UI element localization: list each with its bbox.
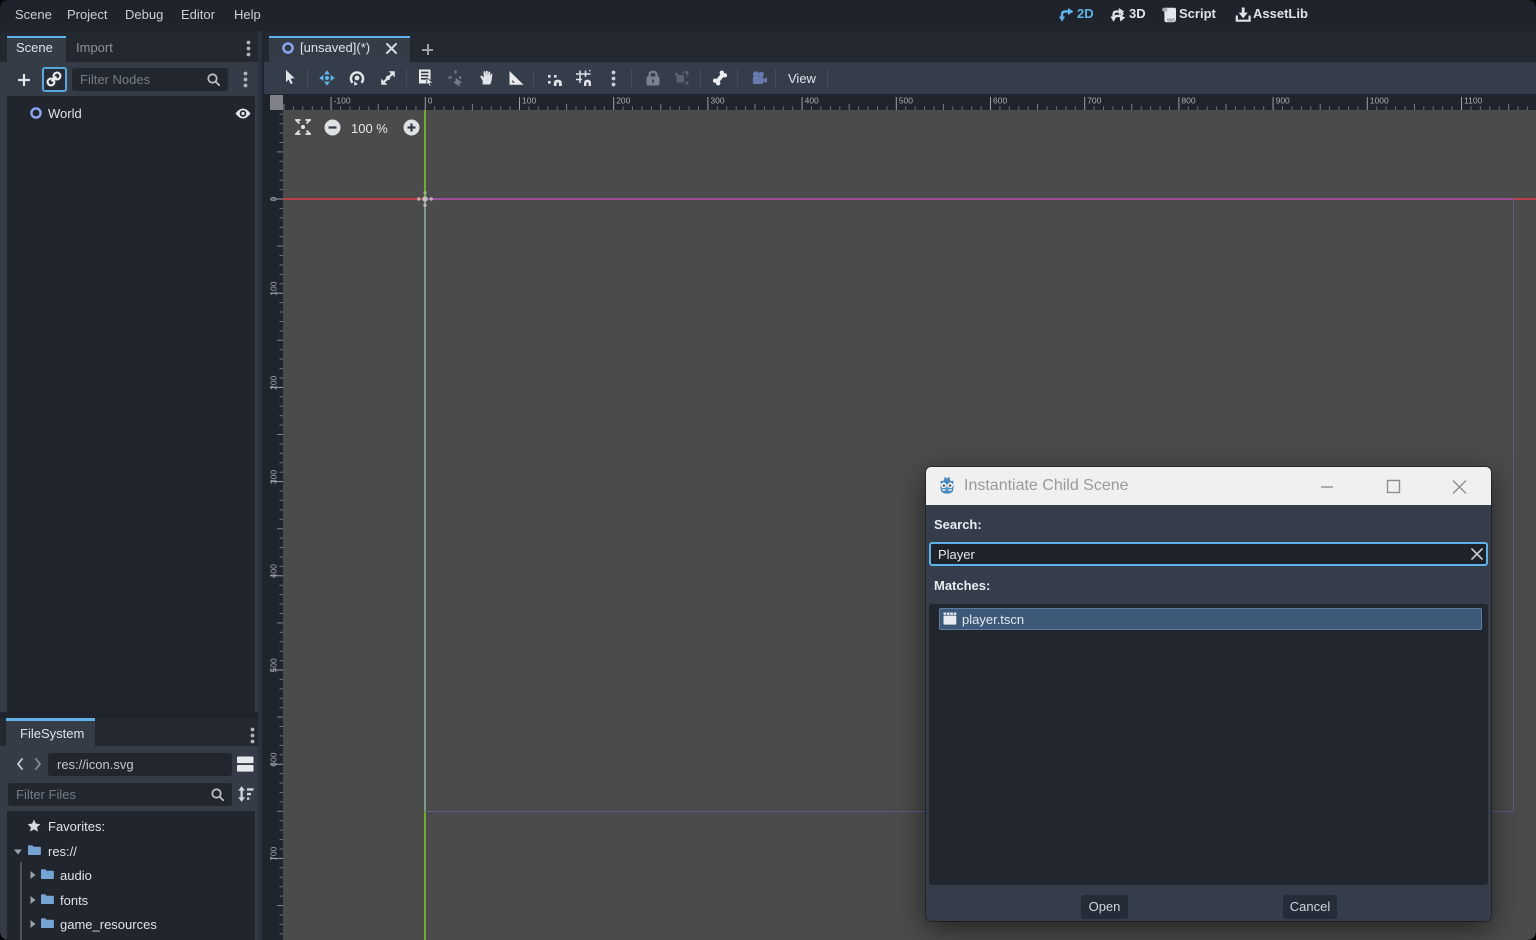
svg-text:100: 100 (522, 96, 536, 106)
svg-text:100: 100 (269, 281, 279, 295)
svg-text:300: 300 (710, 96, 724, 106)
svg-text:-100: -100 (334, 96, 351, 106)
svg-text:800: 800 (1181, 96, 1195, 106)
svg-text:600: 600 (269, 752, 279, 766)
svg-text:900: 900 (1276, 96, 1290, 106)
svg-text:500: 500 (899, 96, 913, 106)
svg-text:1000: 1000 (1370, 96, 1389, 106)
svg-text:700: 700 (269, 846, 279, 860)
svg-text:0: 0 (428, 96, 433, 106)
svg-text:1100: 1100 (1464, 96, 1483, 106)
svg-text:200: 200 (269, 375, 279, 389)
svg-text:500: 500 (269, 658, 279, 672)
svg-text:400: 400 (269, 564, 279, 578)
svg-text:200: 200 (616, 96, 630, 106)
svg-text:700: 700 (1087, 96, 1101, 106)
svg-text:400: 400 (805, 96, 819, 106)
svg-text:300: 300 (269, 470, 279, 484)
svg-text:600: 600 (993, 96, 1007, 106)
svg-text:0: 0 (269, 197, 279, 202)
